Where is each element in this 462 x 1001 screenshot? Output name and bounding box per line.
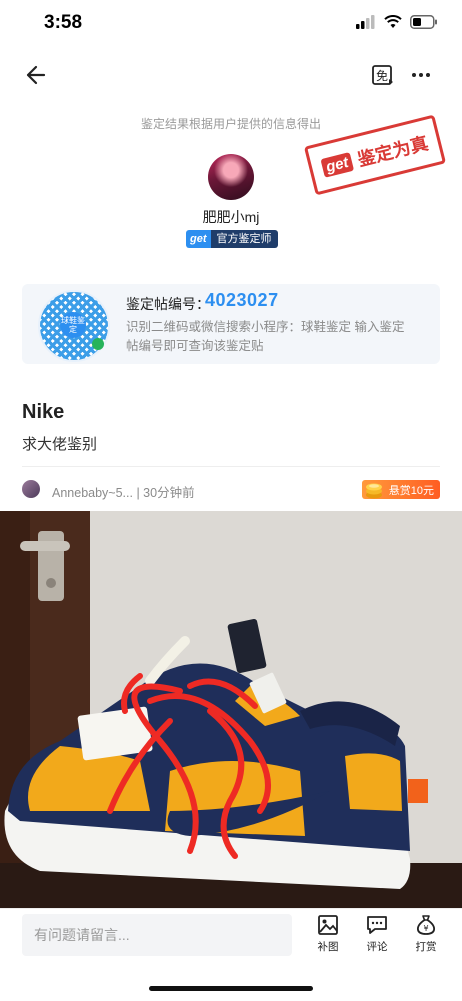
qr-center-logo: 球鞋鉴定 [60,312,86,338]
post-title: Nike [22,401,65,423]
battery-icon [410,15,437,29]
tip-label: 打赏 [415,941,437,953]
moneybag-icon: ¥ [416,915,436,935]
appraiser-avatar[interactable] [208,154,254,200]
signal-icon [356,15,375,29]
comment-icon [367,916,387,934]
post-id-label: 鉴定帖编号： [126,296,210,312]
tip-button[interactable]: ¥ 打赏 [406,914,446,958]
comment-button[interactable]: 评论 [357,914,397,958]
badge-text: 官方鉴定师 [210,230,278,248]
sneaker-photo[interactable] [0,511,462,908]
share-poster-icon[interactable]: 免 [370,62,396,88]
coin-stack-icon [366,483,382,499]
back-arrow-icon[interactable] [22,62,48,88]
divider [22,466,440,467]
more-options-icon[interactable] [408,62,434,88]
appraiser-name[interactable]: 肥肥小mj [0,207,462,227]
status-icons [356,15,438,29]
status-time: 3:58 [44,12,83,33]
wechat-mini-icon [92,338,104,350]
svg-text:免: 免 [376,68,388,83]
post-id-value: 4023027 [205,290,279,310]
stamp-text: 鉴定为真 [355,133,431,170]
poster-meta[interactable]: Annebaby~5... | 30分钟前 [52,482,195,501]
svg-text:¥: ¥ [423,924,428,933]
post-lookup-hint: 识别二维码或微信搜索小程序：球鞋鉴定 输入鉴定帖编号即可查询该鉴定贴 [126,320,405,353]
comment-input[interactable] [22,914,292,956]
home-indicator[interactable] [149,986,313,991]
official-appraiser-badge: get 官方鉴定师 [186,230,278,248]
stamp-brand: get [320,151,355,178]
reward-text: 悬赏10元 [388,484,434,497]
wifi-icon [384,15,402,28]
poster-avatar[interactable] [22,480,40,498]
add-image-button[interactable]: 补图 [308,914,348,958]
badge-brand: get [186,230,211,248]
comment-label: 评论 [366,941,388,953]
image-icon [318,915,338,935]
post-subtitle: 求大佬鉴别 [22,436,98,453]
add-image-label: 补图 [317,941,339,953]
